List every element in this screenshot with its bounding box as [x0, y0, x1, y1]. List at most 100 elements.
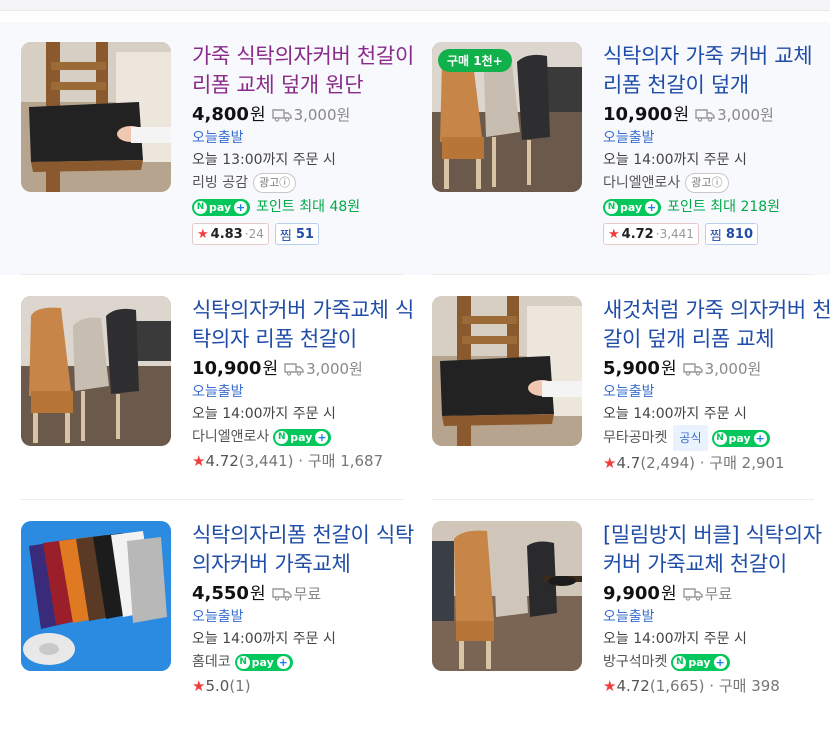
product-title[interactable]: 새것처럼 가죽 의자커버 천갈이 덮개 리폼 교체	[603, 296, 830, 354]
rating-line[interactable]: ★5.0(1)	[192, 674, 422, 698]
product-image[interactable]	[432, 521, 582, 671]
purchase-count: 구매 1,687	[307, 452, 384, 470]
review-count: (2,494)	[640, 454, 695, 472]
price-line: 4,800 원 3,000원	[192, 103, 422, 127]
seller-name[interactable]: 리빙 공감	[192, 171, 248, 195]
rating-value: 4.72	[205, 452, 239, 470]
currency: 원	[673, 105, 690, 125]
shipping-fee: 3,000원	[695, 103, 774, 127]
point-line: Npay + 포인트 최대 218원	[603, 195, 830, 219]
zzim-label: 찜	[279, 228, 292, 244]
seller-name[interactable]: 방구석마켓	[603, 650, 667, 674]
product-title[interactable]: 식탁의자 가죽 커버 교체 리폼 천갈이 덮개	[603, 42, 830, 100]
product-card[interactable]: 새것처럼 가죽 의자커버 천갈이 덮개 리폼 교체 5,900 원 3,000원 …	[432, 296, 830, 526]
product-card[interactable]: 가죽 식탁의자커버 천갈이 리폼 교체 덮개 원단 4,800 원 3,000원 …	[21, 42, 421, 272]
product-image[interactable]	[21, 42, 171, 192]
plus-icon: +	[645, 200, 659, 214]
npay-n-icon: N	[236, 655, 250, 669]
official-badge: 공식	[673, 425, 708, 451]
seller-name[interactable]: 무타공마켓	[603, 426, 667, 450]
zzim-chip[interactable]: 찜 51	[274, 223, 319, 245]
seller-name[interactable]: 다니엘앤로사	[603, 171, 680, 195]
plus-icon: +	[234, 200, 248, 214]
top-bar	[0, 0, 830, 11]
product-title[interactable]: [밀림방지 버클] 식탁의자커버 가죽교체 천갈이	[603, 521, 830, 579]
shipping-text: 무료	[704, 585, 733, 603]
rating-line[interactable]: ★4.72(3,441) · 구매 1,687	[192, 449, 422, 473]
product-image[interactable]	[21, 521, 171, 671]
rating-value: 4.72	[621, 226, 654, 242]
price: 10,900	[192, 358, 262, 379]
point-line: Npay + 포인트 최대 48원	[192, 195, 422, 219]
price: 5,900	[603, 358, 660, 379]
product-card[interactable]: 구매 1천+ 식탁의자 가죽 커버 교체 리폼 천갈이 덮개 10,900 원 3…	[432, 42, 830, 272]
star-icon: ★	[603, 677, 617, 695]
seller-line: 무타공마켓 공식 Npay +	[603, 425, 830, 451]
rating-value: 4.7	[616, 454, 641, 472]
npay-n-icon: N	[194, 200, 207, 214]
npay-badge: Npay +	[273, 428, 332, 446]
npay-label: pay	[290, 430, 313, 444]
npay-badge: Npay +	[192, 198, 251, 216]
product-image[interactable]	[21, 296, 171, 446]
row-divider	[21, 274, 403, 275]
truck-icon	[695, 109, 715, 122]
review-count: ·3,441	[655, 227, 694, 241]
seller-line: 다니엘앤로사 Npay +	[192, 425, 422, 449]
shipping-text: 3,000원	[717, 106, 774, 124]
order-cutoff: 오늘 14:00까지 주문 시	[603, 406, 747, 422]
seller-line: 다니엘앤로사 광고ⓘ	[603, 171, 830, 195]
price: 4,800	[192, 104, 249, 125]
review-count: ·24	[244, 227, 264, 241]
star-icon: ★	[192, 677, 206, 695]
star-icon: ★	[192, 452, 206, 470]
delivery-today: 오늘출발	[603, 384, 655, 400]
rating-line[interactable]: ★4.72(1,665) · 구매 398	[603, 674, 830, 698]
price-line: 5,900 원 3,000원	[603, 357, 830, 381]
price: 10,900	[603, 104, 673, 125]
delivery-today: 오늘출발	[192, 130, 244, 146]
zzim-chip[interactable]: 찜 810	[704, 223, 759, 245]
rating-value: 4.83	[210, 226, 243, 242]
product-title[interactable]: 식탁의자리폼 천갈이 식탁의자커버 가죽교체	[192, 521, 422, 579]
rating-chip[interactable]: ★ 4.72·3,441	[603, 223, 699, 245]
currency: 원	[262, 359, 279, 379]
npay-badge: Npay +	[711, 429, 770, 447]
ad-badge[interactable]: 광고ⓘ	[252, 173, 297, 193]
product-title[interactable]: 가죽 식탁의자커버 천갈이 리폼 교체 덮개 원단	[192, 42, 422, 100]
npay-n-icon: N	[673, 655, 687, 669]
star-icon: ★	[603, 454, 617, 472]
product-title[interactable]: 식탁의자커버 가죽교체 식탁의자 리폼 천갈이	[192, 296, 422, 354]
seller-name[interactable]: 다니엘앤로사	[192, 425, 269, 449]
delivery-today: 오늘출발	[603, 609, 655, 625]
point-text: 포인트 최대 48원	[256, 199, 361, 215]
seller-name[interactable]: 홈데코	[192, 650, 231, 674]
zzim-count: 810	[725, 226, 754, 242]
chip-row: ★ 4.83·24 찜 51	[192, 223, 422, 245]
plus-icon: +	[315, 430, 329, 444]
purchase-badge: 구매 1천+	[438, 49, 512, 72]
row-divider	[432, 274, 814, 275]
rating-chip[interactable]: ★ 4.83·24	[192, 223, 269, 245]
chip-row: ★ 4.72·3,441 찜 810	[603, 223, 830, 245]
currency: 원	[249, 584, 266, 604]
npay-label: pay	[251, 655, 274, 669]
truck-icon	[682, 588, 703, 601]
rating-value: 5.0	[205, 677, 230, 695]
product-card[interactable]: [밀림방지 버클] 식탁의자커버 가죽교체 천갈이 9,900 원 무료 오늘출발…	[432, 521, 830, 751]
npay-label: pay	[688, 655, 711, 669]
product-card[interactable]: 식탁의자리폼 천갈이 식탁의자커버 가죽교체 4,550 원 무료 오늘출발 오늘…	[21, 521, 421, 751]
plus-icon: +	[753, 431, 767, 445]
product-image[interactable]: 구매 1천+	[432, 42, 582, 192]
delivery-today: 오늘출발	[192, 384, 244, 400]
ad-badge[interactable]: 광고ⓘ	[685, 173, 729, 193]
price-line: 4,550 원 무료	[192, 582, 422, 606]
npay-label: pay	[620, 200, 643, 214]
delivery-today: 오늘출발	[603, 130, 655, 146]
shipping-text: 3,000원	[306, 360, 363, 378]
product-card[interactable]: 식탁의자커버 가죽교체 식탁의자 리폼 천갈이 10,900 원 3,000원 오…	[21, 296, 421, 526]
rating-line[interactable]: ★4.7(2,494) · 구매 2,901	[603, 451, 830, 475]
product-image[interactable]	[432, 296, 582, 446]
order-cutoff: 오늘 14:00까지 주문 시	[603, 631, 747, 647]
order-cutoff: 오늘 13:00까지 주문 시	[192, 152, 336, 168]
